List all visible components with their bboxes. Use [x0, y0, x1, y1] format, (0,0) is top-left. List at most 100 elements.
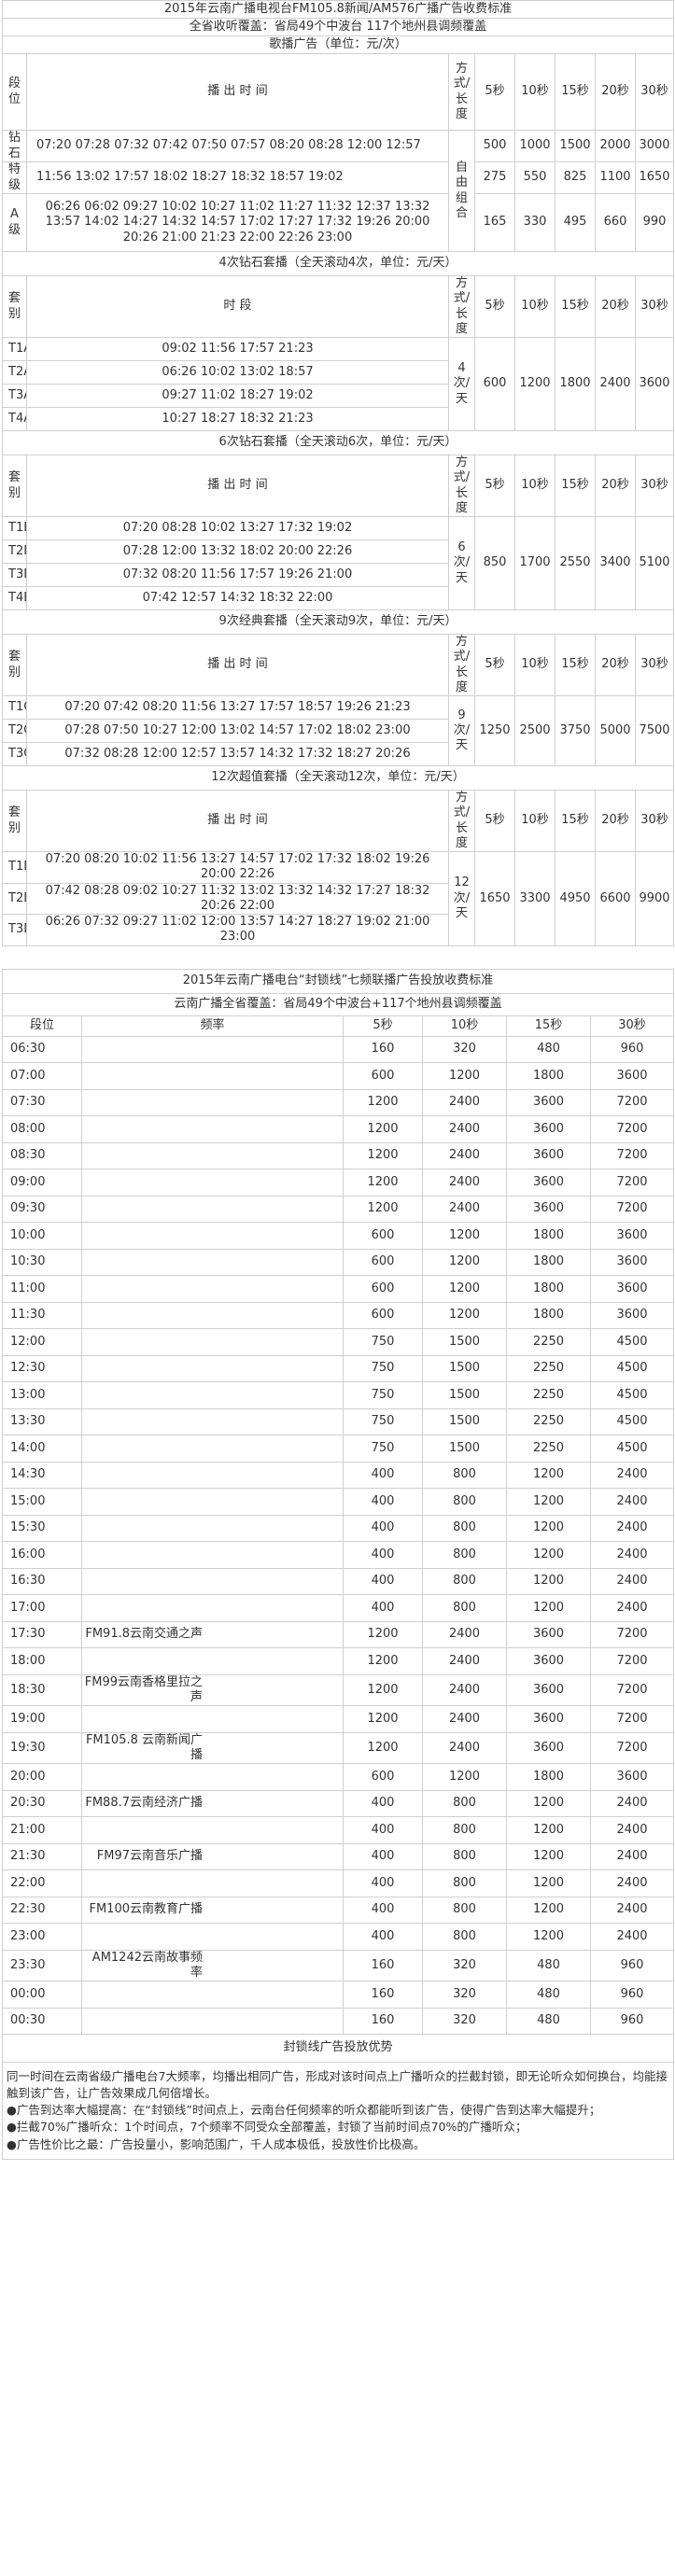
price-p20: 6600 — [595, 851, 636, 946]
price-p30: 7200 — [589, 1705, 675, 1733]
broadcast-times: 09:02 11:56 17:57 21:23 — [26, 337, 449, 361]
price-p5: 400 — [343, 1869, 423, 1897]
table-row: 07:30 1200 2400 3600 7200 — [2, 1088, 675, 1116]
table-row: 18:00 1200 2400 3600 7200 — [2, 1647, 675, 1675]
header-5s: 5秒 — [474, 455, 515, 517]
price-p30: 7200 — [589, 1169, 675, 1197]
header-30s: 30秒 — [634, 455, 675, 517]
price-p30: 2400 — [589, 1541, 675, 1569]
header-10s: 10秒 — [514, 790, 555, 852]
segment-label: A级 — [2, 193, 27, 252]
table-row: 11:30 600 1200 1800 3600 — [2, 1301, 675, 1329]
price-p5: 1200 — [343, 1195, 423, 1223]
price-p15: 1800 — [555, 337, 596, 431]
frequency-cell — [81, 1381, 344, 1409]
broadcast-times: 06:26 06:02 09:27 10:02 10:27 11:02 11:2… — [26, 193, 449, 252]
price-p5: 750 — [343, 1381, 423, 1409]
price-p5: 600 — [343, 1248, 423, 1276]
price-p30: 2400 — [589, 1789, 675, 1817]
mode-cell: 6次/天 — [448, 516, 475, 610]
price-p5: 275 — [474, 161, 515, 194]
table-row: 12:00 750 1500 2250 4500 — [2, 1328, 675, 1356]
price-p15: 2250 — [506, 1435, 591, 1463]
price-p5: 1200 — [343, 1620, 423, 1648]
table-row: 14:00 750 1500 2250 4500 — [2, 1435, 675, 1463]
header-row: 套别时 段方式/长度 5秒 10秒 15秒 20秒 30秒 — [2, 275, 675, 338]
price-p30: 7200 — [589, 1620, 675, 1648]
price-p10: 2400 — [422, 1141, 507, 1169]
segment-label: 钻石 — [2, 130, 27, 162]
price-p5: 165 — [474, 193, 515, 252]
table-row: 06:30 160 320 480 960 — [2, 1035, 675, 1063]
header-time: 播 出 时 间 — [26, 455, 449, 517]
broadcast-times: 07:20 08:28 10:02 13:27 17:32 19:02 — [26, 516, 449, 540]
header-15s: 15秒 — [555, 53, 596, 131]
price-p20: 3400 — [595, 516, 636, 610]
price-p5: 1650 — [474, 851, 515, 946]
price-p10: 1500 — [422, 1435, 507, 1463]
price-p15: 1200 — [506, 1514, 591, 1542]
price-p5: 850 — [474, 516, 515, 610]
fm1058-price-table: 2015年云南广播电视台FM105.8新闻/AM576广播广告收费标准 全省收听覆… — [1, 0, 675, 946]
broadcast-times: 10:27 18:27 18:32 21:23 — [26, 407, 449, 431]
price-p15: 1800 — [506, 1301, 591, 1329]
price-p15: 2250 — [506, 1381, 591, 1409]
time-slot: 19:30 — [2, 1731, 82, 1764]
time-slot: 12:30 — [2, 1354, 82, 1382]
package-code: T4B — [2, 586, 27, 610]
header-freq: 频率 — [81, 1015, 344, 1037]
price-p5: 400 — [343, 1842, 423, 1870]
frequency-cell — [81, 1567, 344, 1595]
price-p10: 800 — [422, 1488, 507, 1516]
time-slot: 11:30 — [2, 1301, 82, 1329]
frequency-cell — [81, 1248, 344, 1276]
price-p30: 2400 — [589, 1461, 675, 1489]
price-p5: 1200 — [343, 1115, 423, 1143]
price-p10: 1200 — [422, 1062, 507, 1090]
price-p5: 1200 — [343, 1705, 423, 1733]
frequency-cell — [81, 1461, 344, 1489]
coverage-row: 全省收听覆盖：省局49个中波台 117个地州县调频覆盖 — [1, 18, 675, 36]
table-row: 13:00 750 1500 2250 4500 — [2, 1381, 675, 1409]
time-slot: 15:30 — [2, 1514, 82, 1542]
time-slot: 23:30 — [2, 1949, 82, 1981]
price-p30: 4500 — [589, 1381, 675, 1409]
frequency-cell — [81, 1981, 344, 2009]
price-p30: 2400 — [589, 1842, 675, 1870]
price-p30: 4500 — [589, 1435, 675, 1463]
time-slot: 09:30 — [2, 1195, 82, 1223]
price-p10: 2400 — [422, 1673, 507, 1706]
price-p10: 800 — [422, 1869, 507, 1897]
price-p30: 7200 — [589, 1673, 675, 1706]
table-row: 12:30 750 1500 2250 4500 — [2, 1354, 675, 1382]
price-p10: 330 — [514, 193, 555, 252]
price-p30: 4500 — [589, 1328, 675, 1356]
table-row: T1B07:20 08:28 10:02 13:27 17:32 19:026次… — [2, 516, 675, 610]
price-p30: 7200 — [589, 1731, 675, 1764]
price-p10: 1200 — [422, 1763, 507, 1791]
price-p10: 1200 — [422, 1222, 507, 1250]
price-p30: 960 — [589, 1981, 675, 2009]
header-30s: 30秒 — [634, 275, 675, 338]
price-p5: 600 — [343, 1222, 423, 1250]
table-row: 特级 11:56 13:02 17:57 18:02 18:27 18:32 18… — [2, 161, 675, 194]
table-row: 15:30 400 800 1200 2400 — [2, 1514, 675, 1542]
header-row: 套别播 出 时 间方式/长度 5秒 10秒 15秒 20秒 30秒 — [2, 790, 675, 852]
header-category: 套 别 — [2, 455, 27, 517]
price-p5: 160 — [343, 2007, 423, 2035]
price-p30: 2400 — [589, 1896, 675, 1924]
section-title-row: 6次钻石套播（全天滚动6次，单位：元/天） — [1, 430, 675, 455]
broadcast-times: 07:28 12:00 13:32 18:02 20:00 22:26 — [26, 539, 449, 564]
price-p15: 480 — [506, 2007, 591, 2035]
price-p30: 2400 — [589, 1816, 675, 1844]
header-row: 段 位播 出 时 间方式/长度 5秒 10秒 15秒 20秒 30秒 — [2, 53, 675, 131]
table-row: 21:00 400 800 1200 2400 — [2, 1816, 675, 1844]
price-p5: 750 — [343, 1354, 423, 1382]
header-row: 套 别播 出 时 间方式/长度 5秒 10秒 15秒 20秒 30秒 — [2, 455, 675, 517]
section-title: 4次钻石套播（全天滚动4次，单位：元/天） — [1, 251, 675, 276]
time-slot: 22:30 — [2, 1896, 82, 1924]
price-p15: 4950 — [555, 851, 596, 946]
price-p30: 7200 — [589, 1195, 675, 1223]
price-p10: 2400 — [422, 1169, 507, 1197]
time-slot: 15:00 — [2, 1488, 82, 1516]
